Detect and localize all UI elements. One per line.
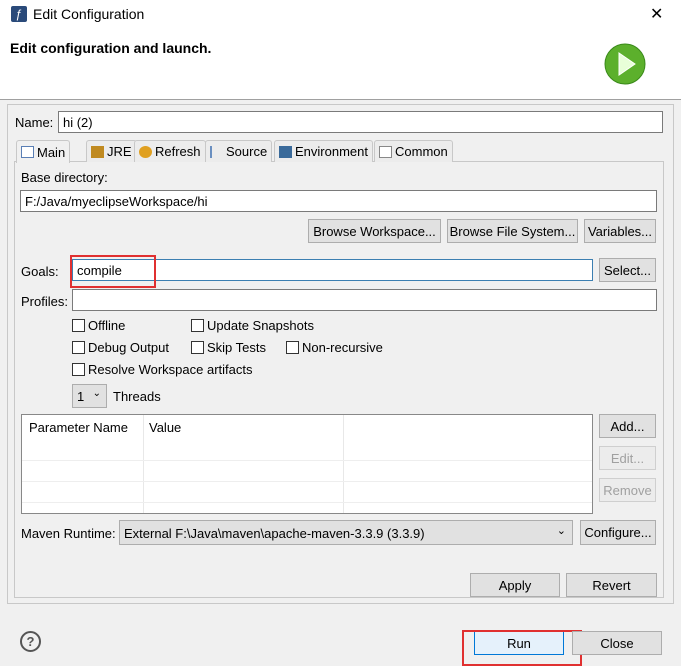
base-directory-input[interactable] — [20, 190, 657, 212]
run-highlight — [462, 630, 582, 666]
update-snapshots-checkbox[interactable]: Update Snapshots — [191, 318, 314, 333]
eclipse-app-icon: ƒ — [11, 6, 27, 22]
resolve-workspace-checkbox[interactable]: Resolve Workspace artifacts — [72, 362, 253, 377]
skip-tests-checkbox[interactable]: Skip Tests — [191, 340, 266, 355]
profiles-label: Profiles: — [21, 294, 68, 309]
select-goals-button[interactable]: Select... — [599, 258, 656, 282]
edit-parameter-button[interactable]: Edit... — [599, 446, 656, 470]
title-bar: ƒ Edit Configuration ✕ — [0, 0, 681, 30]
dialog-header: Edit configuration and launch. — [0, 30, 681, 100]
parameters-table[interactable]: Parameter Name Value — [21, 414, 593, 514]
tab-jre[interactable]: JRE — [86, 140, 137, 162]
tab-environment[interactable]: Environment — [274, 140, 373, 162]
variables-button[interactable]: Variables... — [584, 219, 656, 243]
jre-icon — [91, 145, 104, 158]
goals-highlight — [70, 255, 156, 288]
chevron-down-icon: ⌄ — [556, 525, 566, 537]
common-icon — [379, 145, 392, 158]
base-directory-label: Base directory: — [21, 170, 108, 185]
offline-checkbox[interactable]: Offline — [72, 318, 125, 333]
environment-icon — [279, 145, 292, 158]
refresh-icon — [139, 145, 152, 158]
apply-button[interactable]: Apply — [470, 573, 560, 597]
debug-output-checkbox[interactable]: Debug Output — [72, 340, 169, 355]
profiles-input[interactable] — [72, 289, 657, 311]
help-icon: ? — [26, 634, 35, 649]
remove-parameter-button[interactable]: Remove — [599, 478, 656, 502]
run-launch-icon — [604, 43, 646, 85]
browse-workspace-button[interactable]: Browse Workspace... — [308, 219, 441, 243]
browse-file-system-button[interactable]: Browse File System... — [447, 219, 578, 243]
help-button[interactable]: ? — [20, 631, 41, 652]
close-button[interactable]: Close — [572, 631, 662, 655]
tab-refresh[interactable]: Refresh — [134, 140, 206, 162]
maven-runtime-select[interactable]: External F:\Java\maven\apache-maven-3.3.… — [119, 520, 573, 545]
chevron-down-icon: ⌄ — [92, 388, 101, 399]
revert-button[interactable]: Revert — [566, 573, 657, 597]
main-tab-icon — [21, 146, 34, 158]
add-parameter-button[interactable]: Add... — [599, 414, 656, 438]
column-value[interactable]: Value — [149, 420, 181, 435]
threads-label: Threads — [113, 389, 161, 404]
maven-runtime-label: Maven Runtime: — [21, 526, 116, 541]
close-window-icon[interactable]: ✕ — [650, 4, 663, 24]
threads-select[interactable]: 1 ⌄ — [72, 384, 107, 408]
header-title: Edit configuration and launch. — [10, 40, 212, 56]
goals-label: Goals: — [21, 264, 59, 279]
column-parameter-name[interactable]: Parameter Name — [29, 420, 128, 435]
tab-main[interactable]: Main — [16, 140, 71, 163]
tab-common[interactable]: Common — [374, 140, 453, 162]
source-icon — [210, 145, 223, 158]
window-title: Edit Configuration — [33, 6, 145, 22]
name-input[interactable] — [58, 111, 663, 133]
name-label: Name: — [15, 115, 54, 130]
non-recursive-checkbox[interactable]: Non-recursive — [286, 340, 383, 355]
configure-button[interactable]: Configure... — [580, 520, 656, 545]
tab-source[interactable]: Source — [205, 140, 273, 162]
